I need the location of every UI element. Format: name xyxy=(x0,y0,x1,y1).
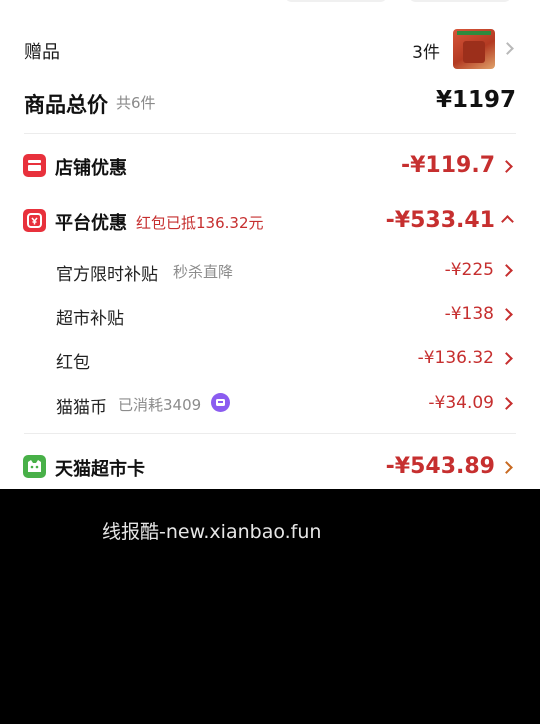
item-label: 官方限时补贴 xyxy=(56,265,158,285)
cat-coin-icon xyxy=(211,393,230,412)
tmall-card-amount: -¥543.89 xyxy=(385,454,495,479)
tmall-card-title: 天猫超市卡 xyxy=(55,459,145,480)
discount-item-official-subsidy[interactable]: 官方限时补贴 秒杀直降 -¥225 xyxy=(0,255,540,285)
store-discount-row[interactable]: 店铺优惠 -¥119.7 xyxy=(0,146,540,186)
chevron-right-icon xyxy=(500,352,513,365)
coupon-icon xyxy=(23,209,46,232)
top-button-edge[interactable] xyxy=(408,0,512,2)
platform-discount-subtitle: 红包已抵136.32元 xyxy=(136,214,264,232)
chevron-right-icon xyxy=(500,308,513,321)
item-sub: 已消耗3409 xyxy=(118,396,202,414)
tmall-card-row[interactable]: 天猫超市卡 -¥543.89 xyxy=(0,446,540,486)
discount-item-cat-coin[interactable]: 猫猫币 已消耗3409 -¥34.09 xyxy=(0,388,540,418)
total-value: ¥1197 xyxy=(435,87,516,113)
item-label: 超市补贴 xyxy=(56,309,124,329)
chevron-right-icon xyxy=(500,461,513,474)
item-amount: -¥34.09 xyxy=(428,393,494,413)
storefront-icon xyxy=(23,154,46,177)
top-button-edge[interactable] xyxy=(284,0,388,2)
divider xyxy=(24,433,516,434)
chevron-right-icon xyxy=(501,42,514,55)
order-summary-panel: 赠品 3件 商品总价 共6件 ¥1197 店铺优惠 -¥119.7 平台优惠 红… xyxy=(0,0,540,489)
gift-thumbnail[interactable] xyxy=(453,29,495,69)
discount-item-red-packet[interactable]: 红包 -¥136.32 xyxy=(0,343,540,373)
chevron-right-icon xyxy=(500,160,513,173)
platform-discount-title: 平台优惠 xyxy=(55,213,127,234)
store-discount-title: 店铺优惠 xyxy=(55,158,127,179)
watermark-text: 线报酷-new.xianbao.fun xyxy=(102,521,322,543)
item-amount: -¥225 xyxy=(444,260,494,280)
tmall-cat-icon xyxy=(23,455,46,478)
platform-discount-row[interactable]: 平台优惠 红包已抵136.32元 -¥533.41 xyxy=(0,200,540,240)
gift-label: 赠品 xyxy=(24,42,60,63)
gift-count: 3件 xyxy=(412,43,440,63)
total-label: 商品总价 xyxy=(24,93,108,117)
platform-discount-amount: -¥533.41 xyxy=(385,208,495,233)
discount-item-supermarket-subsidy[interactable]: 超市补贴 -¥138 xyxy=(0,299,540,329)
item-sub: 秒杀直降 xyxy=(173,263,234,281)
chevron-right-icon xyxy=(500,264,513,277)
chevron-right-icon xyxy=(500,397,513,410)
item-amount: -¥138 xyxy=(444,304,494,324)
gift-row[interactable]: 赠品 3件 xyxy=(0,24,540,74)
divider xyxy=(24,133,516,134)
store-discount-amount: -¥119.7 xyxy=(400,153,495,178)
chevron-up-icon[interactable] xyxy=(501,215,514,228)
item-label: 红包 xyxy=(56,353,90,373)
item-label: 猫猫币 xyxy=(56,398,107,418)
item-amount: -¥136.32 xyxy=(417,348,494,368)
total-count: 共6件 xyxy=(116,94,156,112)
